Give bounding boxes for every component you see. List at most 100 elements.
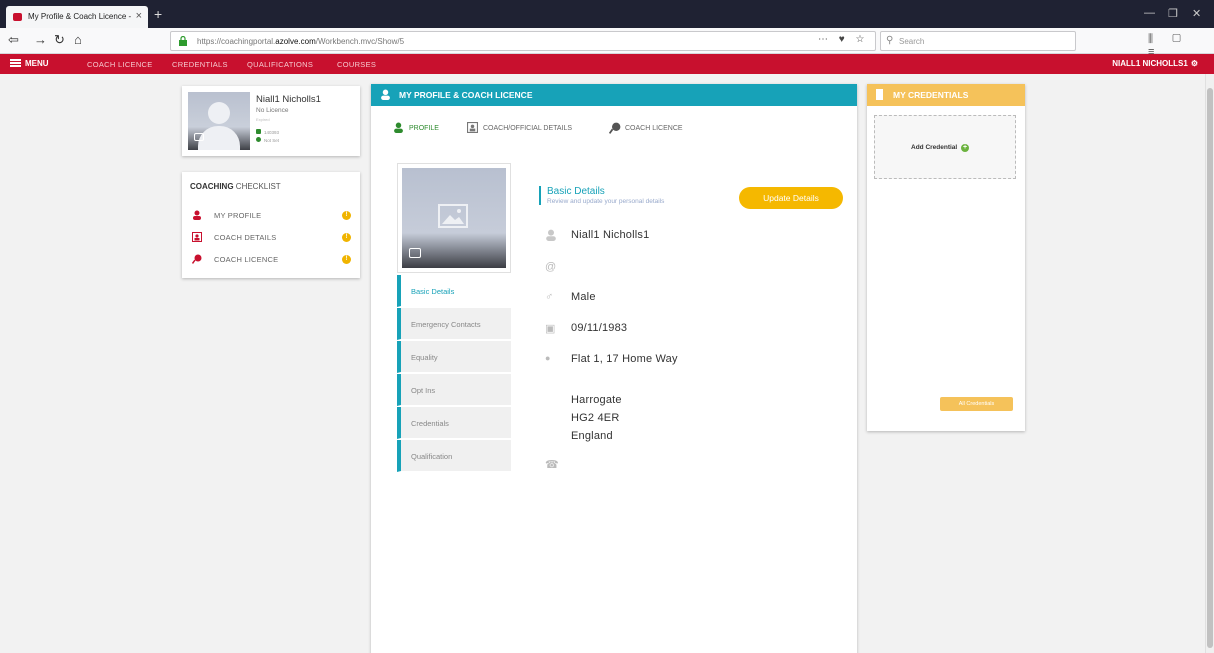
licence-status: No Licence [256,107,289,114]
user-icon [381,89,390,100]
section-credentials[interactable]: Credentials [397,407,511,439]
checklist-label: MY PROFILE [214,211,262,220]
close-window-icon[interactable]: ✕ [1192,7,1201,20]
image-icon [438,204,468,228]
credentials-header: MY CREDENTIALS [867,84,1025,106]
member-icon [256,129,261,134]
profile-panel: MY PROFILE & COACH LICENCE PROFILE COACH… [371,84,857,653]
address-postcode: HG2 4ER [571,412,620,424]
section-heading: Basic Details Review and update your per… [539,186,664,205]
panel-title: MY PROFILE & COACH LICENCE [399,90,533,100]
licence-sub: Expired [256,117,270,122]
browser-tab-bar: My Profile & Coach Licence - × + — ❐ ✕ [0,0,1214,28]
address-country: England [571,430,613,442]
profile-card: Niall1 Nicholls1 No Licence Expired 1403… [182,86,360,156]
credentials-title: MY CREDENTIALS [893,90,969,100]
gender-value: Male [571,291,596,303]
section-basic-details[interactable]: Basic Details [397,275,511,307]
status-icon [256,137,261,142]
nav-coach-licence[interactable]: COACH LICENCE [87,60,153,69]
menu-button[interactable]: MENU [10,59,49,68]
checklist-item-my-profile[interactable]: MY PROFILE ! [192,210,352,224]
search-icon: ⚲ [886,35,894,46]
gender-icon: ♂ [545,291,554,303]
address-town: Harrogate [571,394,622,406]
hamburger-icon [10,59,21,67]
forward-icon[interactable]: → [34,32,47,47]
section-subtitle: Review and update your personal details [547,198,665,205]
avatar[interactable] [188,92,250,150]
gear-icon: ⚙ [1190,59,1198,68]
warning-icon: ! [342,211,351,220]
page-actions-icon[interactable]: ⋯ ♥ ☆ [818,34,868,45]
reload-icon[interactable]: ↻ [54,32,65,48]
calendar-icon: ▣ [545,323,556,335]
section-equality[interactable]: Equality [397,341,511,373]
photo-placeholder [402,168,506,268]
url-bar[interactable]: https://coachingportal.azolve.com/Workbe… [170,31,876,51]
profile-status: Not Set [256,137,279,143]
url-domain: azolve.com [275,37,316,46]
profile-photo[interactable] [397,163,511,273]
checklist-label: COACH LICENCE [214,255,279,264]
member-id: 140393 [256,129,279,135]
user-icon [546,229,556,241]
whistle-icon [192,254,202,264]
maximize-icon[interactable]: ❐ [1168,7,1178,20]
browser-tab-title: My Profile & Coach Licence - [28,12,132,21]
avatar-shoulders [198,126,240,150]
profile-name: Niall1 Nicholls1 [256,94,321,105]
checklist-title: COACHING CHECKLIST [190,182,281,191]
nav-credentials[interactable]: CREDENTIALS [172,60,228,69]
section-qualification[interactable]: Qualification [397,440,511,472]
name-value: Niall1 Nicholls1 [571,229,650,241]
address-line1: Flat 1, 17 Home Way [571,353,678,365]
app-menu-bar: MENU COACH LICENCE CREDENTIALS QUALIFICA… [0,54,1214,74]
all-credentials-button[interactable]: All Credentials [940,397,1013,411]
user-icon [394,122,403,133]
site-favicon-icon [13,13,22,21]
section-opt-ins[interactable]: Opt Ins [397,374,511,406]
lock-icon [179,36,187,46]
dob-value: 09/11/1983 [571,322,628,334]
close-tab-icon[interactable]: × [136,10,142,22]
user-menu[interactable]: NIALL1 NICHOLLS1 ⚙ [1112,59,1198,68]
credentials-card: MY CREDENTIALS Add Credential + All Cred… [867,84,1025,431]
camera-icon[interactable] [409,248,421,258]
browser-tab[interactable]: My Profile & Coach Licence - × [6,6,148,28]
id-card-icon [192,232,202,242]
location-pin-icon: ● [545,353,551,363]
avatar-head [208,102,230,124]
back-icon[interactable]: ⇦ [8,32,19,48]
warning-icon: ! [342,255,351,264]
coaching-checklist: COACHING CHECKLIST MY PROFILE ! COACH DE… [182,172,360,278]
browser-search-input[interactable]: ⚲ Search [880,31,1076,51]
scrollbar-thumb[interactable] [1207,88,1213,648]
warning-icon: ! [342,233,351,242]
plus-icon: + [961,144,970,152]
add-credential-button[interactable]: Add Credential + [911,144,970,152]
nav-qualifications[interactable]: QUALIFICATIONS [247,60,313,69]
update-details-button[interactable]: Update Details [739,187,843,209]
id-card-icon [467,122,478,133]
section-title: Basic Details [547,186,605,197]
add-credential-area[interactable]: Add Credential + [874,115,1016,179]
checklist-item-coach-licence[interactable]: COACH LICENCE ! [192,254,352,268]
user-icon [193,210,201,220]
camera-icon[interactable] [194,133,204,141]
checklist-label: COACH DETAILS [214,233,277,242]
url-prefix: https://coachingportal. [197,37,276,46]
checklist-item-coach-details[interactable]: COACH DETAILS ! [192,232,352,246]
email-icon: @ [545,261,557,273]
phone-icon: ☎ [545,459,559,471]
new-tab-icon[interactable]: + [154,6,162,22]
minimize-icon[interactable]: — [1144,7,1155,19]
whistle-icon [609,122,621,134]
browser-nav-bar: ⇦ → ↻ ⌂ https://coachingportal.azolve.co… [0,28,1214,58]
home-icon[interactable]: ⌂ [74,32,82,47]
search-placeholder: Search [899,37,925,46]
nav-courses[interactable]: COURSES [337,60,376,69]
section-emergency-contacts[interactable]: Emergency Contacts [397,308,511,340]
ribbon-icon [876,89,883,100]
panel-header: MY PROFILE & COACH LICENCE [371,84,857,106]
